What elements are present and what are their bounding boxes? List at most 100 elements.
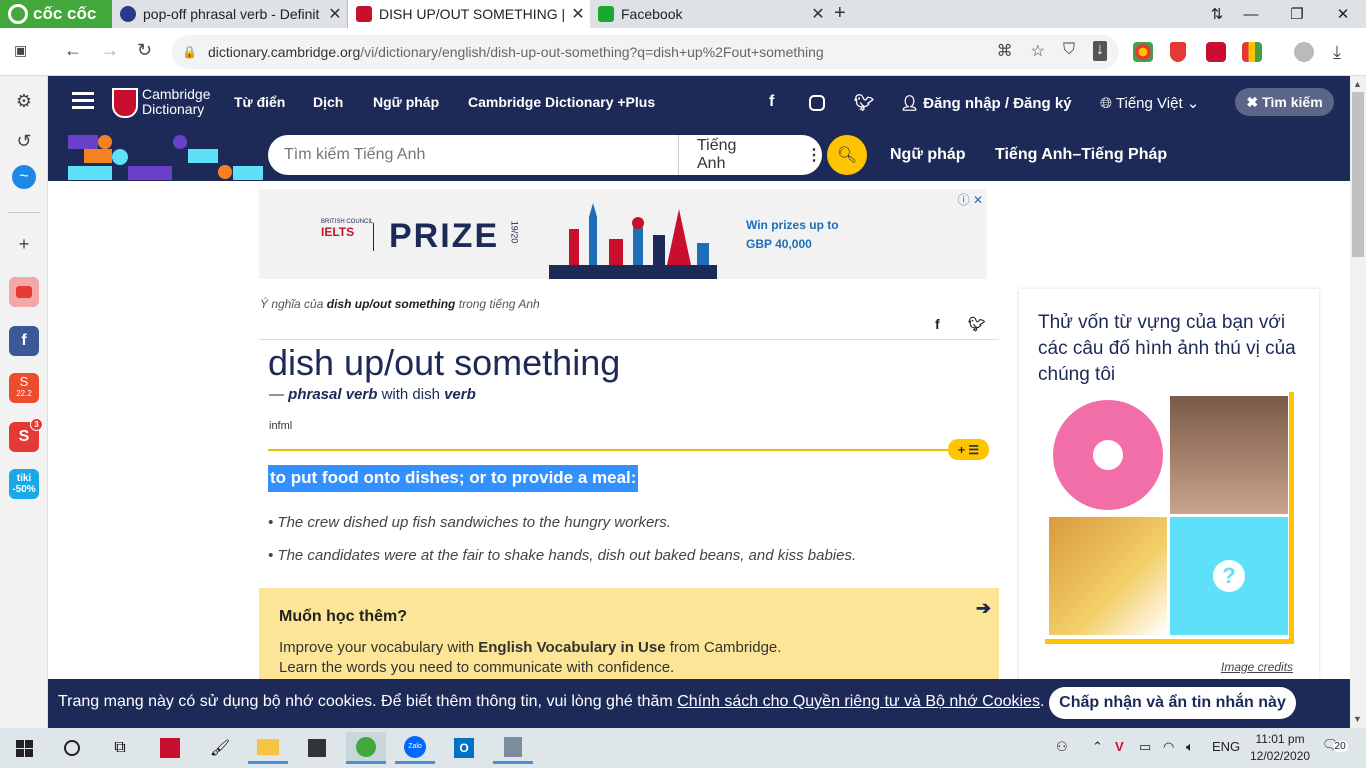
close-window-button[interactable]: ✕ [1320,0,1366,28]
coccoc-menu-button[interactable]: cốc cốc [0,0,112,28]
dictionary-search-input[interactable]: Tìm kiếm Tiếng Anh Tiếng Anh ⋮ [268,135,822,175]
close-tab-icon[interactable]: ✕ [806,4,830,24]
nav-plus[interactable]: Cambridge Dictionary +Plus [468,94,655,110]
shield-icon[interactable]: ⛉ [1063,41,1075,61]
share-facebook-icon[interactable]: f [935,316,940,332]
ad-prize: PRIZE [389,217,500,255]
profile-avatar[interactable] [1294,42,1314,62]
color-extension-icon[interactable] [1242,42,1262,62]
reload-button[interactable]: ↻ [137,40,152,61]
url-text[interactable]: dictionary.cambridge.org/vi/dictionary/e… [208,44,824,60]
settings-gear-icon[interactable]: ⚙ [9,86,39,116]
bar-link-en-fr[interactable]: Tiếng Anh–Tiếng Pháp [995,146,1167,164]
volume-icon[interactable]: 🔈︎ [1186,739,1194,755]
image-credits-link[interactable]: Image credits [1221,660,1293,674]
system-clock[interactable]: 11:01 pm 12/02/2020 [1250,731,1310,765]
facebook-icon[interactable]: f [9,326,39,356]
tiki-icon[interactable]: tiki -50% [9,469,39,499]
address-bar[interactable]: 🔒 dictionary.cambridge.org/vi/dictionary… [172,35,1119,69]
fish-and-chips-image[interactable] [1049,517,1167,635]
new-tab-button[interactable]: + [834,2,846,25]
login-link[interactable]: 👤︎ Đăng nhập / Đăng ký [900,94,1072,112]
tab-facebook[interactable]: Facebook ✕ [590,0,830,28]
forward-button[interactable]: → [101,40,119,61]
hamburger-menu-icon[interactable] [72,92,94,113]
wifi-icon[interactable]: ◠ [1163,739,1174,755]
shopee-icon[interactable]: S 22.2 [9,373,39,403]
mystery-image[interactable]: ? [1170,517,1288,635]
tab-oxford[interactable]: pop-off phrasal verb - Definit ✕ [112,0,348,28]
scroll-thumb[interactable] [1352,92,1364,257]
page-scrollbar[interactable]: ▲ ▼ [1350,76,1366,728]
search-button[interactable]: 🔍︎ [827,135,867,175]
task-view-icon[interactable]: ⧉ [100,732,140,764]
add-to-wordlist-button[interactable]: + ☰ [948,439,989,460]
ad-info-close-icon[interactable]: ⓘ ✕ [958,191,983,208]
scroll-down-icon[interactable]: ▼ [1353,714,1362,724]
chrome-extension-icon[interactable] [1133,42,1153,62]
back-button[interactable]: ← [64,40,82,61]
tiki-discount: -50% [12,484,36,495]
history-icon[interactable]: ↺ [9,126,39,156]
quiz-grid[interactable]: ? [1045,392,1294,644]
sticky-notes-icon[interactable] [297,732,337,764]
donut-image[interactable] [1049,396,1167,514]
close-tab-icon[interactable]: ✕ [566,4,590,24]
arrow-right-icon[interactable]: ➔ [976,598,991,619]
tab-cambridge[interactable]: DISH UP/OUT SOMETHING | n ✕ [348,0,590,28]
zalo-icon[interactable]: Zalo [395,732,435,764]
cambridge-crest-icon[interactable] [112,88,138,118]
maximize-button[interactable]: ❐ [1274,0,1320,28]
chevron-up-icon[interactable]: ⌃ [1092,739,1103,755]
scroll-up-icon[interactable]: ▲ [1353,79,1362,89]
privacy-policy-link[interactable]: Chính sách cho Quyền riêng tư và Bộ nhớ … [677,693,1040,710]
site-logo-text[interactable]: Cambridge Dictionary [142,87,210,117]
network-app-icon[interactable] [493,732,533,764]
app-icon[interactable] [150,732,190,764]
input-language[interactable]: ENG [1212,739,1240,754]
sidebar-toggle-icon[interactable]: ▣ [14,42,27,59]
people-icon[interactable]: ⚇ [1056,739,1068,755]
quiz-title[interactable]: Thử vốn từ vựng của bạn với các câu đố h… [1038,310,1298,388]
downloads-icon[interactable]: ⤓ [1333,42,1341,63]
twitter-icon[interactable]: 🐦︎ [854,93,874,113]
add-shortcut-icon[interactable]: + [9,229,39,259]
learn-more-box[interactable]: Muốn học thêm? ➔ Improve your vocabulary… [259,588,999,680]
bar-link-grammar[interactable]: Ngữ pháp [890,146,966,164]
share-twitter-icon[interactable]: 🐦︎ [968,316,986,333]
milkshake-image[interactable] [1170,396,1288,514]
windows-start-icon[interactable] [4,732,44,764]
search-circle-icon[interactable] [52,732,92,764]
bullet: • [268,547,278,564]
messenger-icon[interactable]: ~ [12,165,36,189]
sendo-icon[interactable]: S3 [9,418,43,452]
close-tab-icon[interactable]: ✕ [323,4,347,24]
download-icon[interactable]: ↓ [1093,41,1107,61]
coccoc-taskbar-icon[interactable] [346,732,386,764]
notification-center-icon[interactable]: 🗨︎20 [1322,737,1348,753]
minimize-button[interactable]: — [1228,0,1274,28]
pdf-extension-icon[interactable] [1206,42,1226,62]
nav-dictionary[interactable]: Từ điển [234,94,285,110]
facebook-icon[interactable]: f [769,93,774,111]
outlook-icon[interactable]: O [444,732,484,764]
youtube-icon[interactable] [9,277,39,307]
nav-grammar[interactable]: Ngữ pháp [373,94,439,110]
antivirus-icon[interactable]: V [1115,739,1124,754]
adblock-icon[interactable] [1170,42,1186,62]
pos-verb[interactable]: verb [444,386,476,403]
paint-icon[interactable]: 🖌︎ [200,732,240,764]
accept-cookies-button[interactable]: Chấp nhận và ẩn tin nhắn này [1049,687,1296,719]
pos-label[interactable]: phrasal verb [288,386,377,403]
nav-translate[interactable]: Dịch [313,94,343,110]
close-search-button[interactable]: ✖ Tìm kiếm [1235,88,1334,116]
ad-banner[interactable]: BRITISH COUNCIL IELTS PRIZE 19/20 Win pr… [259,189,987,279]
file-explorer-icon[interactable] [248,732,288,764]
ad-win-line1: Win prizes up to [746,218,839,232]
battery-icon[interactable]: ▭ [1139,739,1151,755]
search-language-select[interactable]: Tiếng Anh ⋮ [678,135,822,175]
bookmark-star-icon[interactable]: ☆ [1031,41,1045,61]
language-selector[interactable]: 🌐︎ Tiếng Việt ⌄ [1100,94,1199,112]
instagram-icon[interactable] [809,95,825,111]
translate-icon[interactable]: ⌘ [997,41,1013,61]
